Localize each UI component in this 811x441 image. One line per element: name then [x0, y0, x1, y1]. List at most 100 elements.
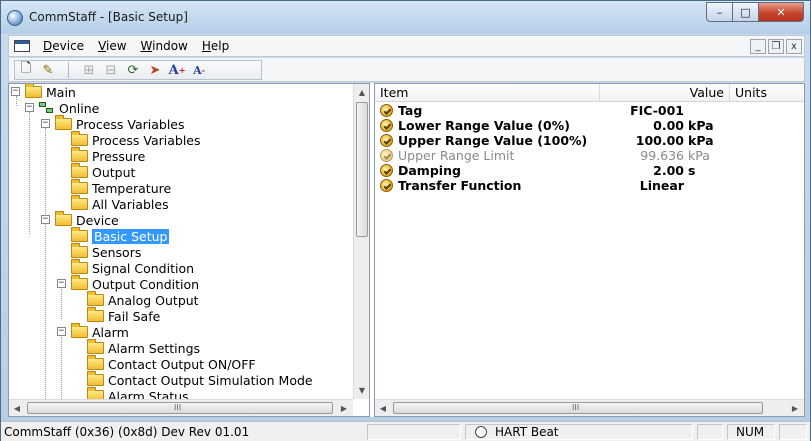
tree-item-device[interactable]: − Device	[41, 211, 119, 228]
tree-item-output[interactable]: Output	[71, 163, 135, 180]
list-horizontal-scrollbar[interactable]: ◀ III ▶	[375, 399, 804, 416]
folder-icon	[87, 371, 104, 386]
folder-icon	[71, 147, 88, 162]
minimize-button[interactable]: –	[706, 2, 733, 22]
collapse-icon[interactable]: −	[41, 119, 50, 128]
tree-item-label: Main	[46, 84, 76, 100]
tree-item-fail-safe[interactable]: Fail Safe	[87, 307, 160, 324]
tree-item-sensors[interactable]: Sensors	[71, 243, 141, 260]
read-icon[interactable]: ⊞	[81, 62, 97, 78]
hart-beat-indicator-icon	[475, 426, 487, 438]
refresh-icon[interactable]: ⟳	[125, 62, 141, 78]
tree-vertical-scroll-thumb[interactable]	[356, 102, 368, 237]
increase-font-icon[interactable]: A +	[169, 62, 186, 78]
write-icon[interactable]: ⊟	[103, 62, 119, 78]
tree-item-contact-output-on-off[interactable]: Contact Output ON/OFF	[87, 355, 256, 372]
tree-item-label: Output Condition	[92, 276, 200, 292]
folder-icon	[87, 387, 104, 399]
tree-connector	[45, 128, 46, 224]
resize-grip[interactable]	[779, 424, 807, 440]
parameter-icon	[380, 179, 393, 192]
list-item[interactable]: Upper Range Value (100%) 100.00 kPa	[375, 133, 804, 148]
menu-help[interactable]: Help	[195, 39, 236, 53]
collapse-icon[interactable]: −	[25, 103, 34, 112]
tree-item-process-variables-group[interactable]: − Process Variables	[41, 115, 185, 132]
tree-item-main[interactable]: − Main	[11, 84, 76, 100]
tree-connector	[61, 337, 62, 399]
tree-item-online[interactable]: − Online	[25, 100, 99, 116]
mdi-minimize-button[interactable]: _	[750, 38, 766, 54]
collapse-icon[interactable]: −	[57, 327, 66, 336]
tree-item-alarm-status[interactable]: Alarm Status	[87, 387, 189, 399]
properties-list[interactable]: Item Value Units Tag FIC-001 Lower Range…	[374, 83, 805, 417]
item-name: Tag	[398, 103, 423, 118]
folder-open-icon	[71, 227, 88, 242]
tree-horizontal-scroll-thumb[interactable]: III	[27, 402, 333, 414]
tree-item-temperature[interactable]: Temperature	[71, 179, 171, 196]
maximize-button[interactable]: □	[733, 2, 759, 22]
item-value: 0.00	[653, 118, 684, 133]
parameter-icon	[380, 104, 393, 117]
list-item[interactable]: Upper Range Limit 99.636 kPa	[375, 148, 804, 163]
collapse-icon[interactable]: −	[41, 215, 50, 224]
folder-icon	[87, 339, 104, 354]
item-units: kPa	[688, 118, 714, 133]
item-units: kPa	[688, 148, 710, 163]
tree-item-label: Contact Output Simulation Mode	[108, 372, 313, 388]
menu-view[interactable]: View	[91, 39, 133, 53]
list-item[interactable]: Lower Range Value (0%) 0.00 kPa	[375, 118, 804, 133]
tree-item-contact-output-simulation-mode[interactable]: Contact Output Simulation Mode	[87, 371, 313, 388]
send-icon[interactable]: ➤	[147, 62, 163, 78]
scroll-up-icon[interactable]: ▲	[354, 84, 369, 101]
list-horizontal-scroll-thumb[interactable]: III	[393, 402, 763, 414]
column-header-units[interactable]: Units	[730, 84, 804, 102]
item-value: 2.00	[653, 163, 684, 178]
decrease-font-icon[interactable]: A-	[191, 62, 207, 78]
list-header: Item Value Units	[375, 84, 804, 102]
title-bar[interactable]: CommStaff - [Basic Setup] – □ ✕	[1, 1, 810, 34]
menu-window[interactable]: Window	[134, 39, 195, 53]
tree-item-signal-condition[interactable]: Signal Condition	[71, 259, 194, 276]
mdi-close-button[interactable]: x	[786, 38, 802, 54]
scroll-down-icon[interactable]: ▼	[354, 382, 369, 399]
tree-item-output-condition[interactable]: − Output Condition	[57, 275, 200, 292]
tree-item-all-variables[interactable]: All Variables	[71, 195, 169, 212]
navigation-tree[interactable]: − Main − Online − Process Variables Proc…	[8, 83, 370, 417]
tree-horizontal-scrollbar[interactable]: ◀ III ▶	[9, 399, 353, 416]
mdi-restore-button[interactable]: ❐	[768, 38, 784, 54]
tree-item-alarm[interactable]: − Alarm	[57, 323, 129, 340]
item-name: Upper Range Value (100%)	[398, 133, 588, 148]
tree-item-pressure[interactable]: Pressure	[71, 147, 145, 164]
parameter-icon	[380, 134, 393, 147]
tree-vertical-scrollbar[interactable]: ▲ ▼	[353, 84, 369, 399]
tree-item-alarm-settings[interactable]: Alarm Settings	[87, 339, 200, 356]
menu-bar: Device View Window Help _ ❐ x	[8, 35, 805, 57]
list-item[interactable]: Damping 2.00 s	[375, 163, 804, 178]
parameter-icon	[380, 164, 393, 177]
tree-item-analog-output[interactable]: Analog Output	[87, 291, 199, 308]
list-item[interactable]: Tag FIC-001	[375, 103, 804, 118]
tree-item-process-variables[interactable]: Process Variables	[71, 131, 201, 148]
commstaff-app-icon[interactable]	[7, 10, 23, 26]
list-item[interactable]: Transfer Function Linear	[375, 178, 804, 193]
scroll-left-icon[interactable]: ◀	[9, 400, 25, 416]
scroll-right-icon[interactable]: ▶	[787, 400, 803, 416]
tree-item-basic-setup[interactable]: Basic Setup	[71, 227, 170, 244]
tree-item-label: Analog Output	[108, 292, 199, 308]
scroll-right-icon[interactable]: ▶	[336, 400, 352, 416]
tree-connector	[45, 224, 46, 399]
folder-icon	[87, 291, 104, 306]
tree-item-label: Device	[76, 212, 119, 228]
connect-icon[interactable]: ✎	[40, 62, 56, 78]
menu-device[interactable]: Device	[36, 39, 91, 53]
column-header-item[interactable]: Item	[375, 84, 600, 102]
collapse-icon[interactable]: −	[57, 279, 66, 288]
num-lock-indicator: NUM	[736, 425, 765, 439]
tree-connector	[29, 112, 30, 234]
scroll-left-icon[interactable]: ◀	[375, 400, 391, 416]
child-window-icon[interactable]	[14, 40, 30, 52]
close-button[interactable]: ✕	[759, 2, 804, 22]
collapse-icon[interactable]: −	[11, 87, 20, 96]
column-header-value[interactable]: Value	[600, 84, 730, 102]
new-document-icon[interactable]: 🗋	[18, 61, 34, 78]
